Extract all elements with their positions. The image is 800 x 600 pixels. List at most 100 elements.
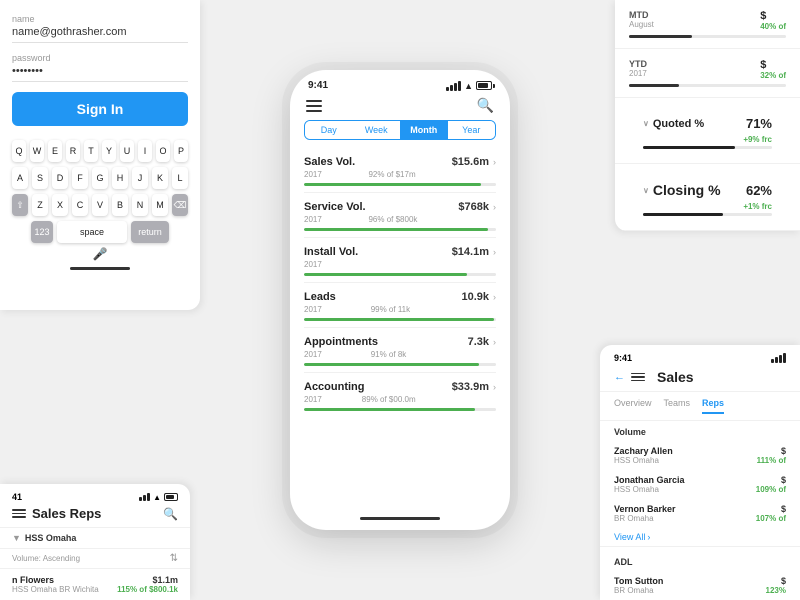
tab-day[interactable]: Day bbox=[305, 121, 353, 139]
br-rep-value-tom: $ bbox=[766, 576, 786, 586]
view-all-chevron: › bbox=[647, 532, 650, 542]
mtd-value: $ bbox=[760, 10, 786, 22]
progress-bar-appointments bbox=[304, 363, 496, 366]
key-g[interactable]: G bbox=[92, 167, 108, 189]
key-i[interactable]: I bbox=[138, 140, 152, 162]
progress-bar-install-vol bbox=[304, 273, 496, 276]
mtd-change: 40% of bbox=[760, 22, 786, 31]
br-status-bar: 9:41 bbox=[600, 345, 800, 365]
key-q[interactable]: Q bbox=[12, 140, 26, 162]
key-l[interactable]: L bbox=[172, 167, 188, 189]
chevron-down-icon: ∨ bbox=[643, 186, 649, 195]
br-rep-value-jonathan: $ bbox=[756, 475, 786, 485]
ytd-value: $ bbox=[760, 59, 786, 71]
menu-icon[interactable] bbox=[306, 100, 322, 112]
tab-year[interactable]: Year bbox=[448, 121, 496, 139]
key-o[interactable]: O bbox=[156, 140, 170, 162]
metric-sub-service-vol: 2017 96% of $800k bbox=[304, 215, 496, 224]
key-c[interactable]: C bbox=[72, 194, 88, 216]
key-n[interactable]: N bbox=[132, 194, 148, 216]
metric-value-install-vol: $14.1m bbox=[452, 246, 489, 258]
key-w[interactable]: W bbox=[30, 140, 44, 162]
metric-install-vol[interactable]: Install Vol. $14.1m › 2017 bbox=[304, 238, 496, 283]
key-s[interactable]: S bbox=[32, 167, 48, 189]
key-space[interactable]: space bbox=[57, 221, 127, 243]
metric-name-appointments: Appointments bbox=[304, 336, 378, 348]
br-rep-org-tom: BR Omaha bbox=[614, 586, 663, 595]
bl-header: Sales Reps 🔍 bbox=[0, 504, 190, 528]
key-r[interactable]: R bbox=[66, 140, 80, 162]
bl-rep-value-flowers: $1.1m bbox=[117, 575, 178, 585]
br-rep-zachary: Zachary Allen HSS Omaha $ 111% of bbox=[600, 441, 800, 470]
closing-pct-header[interactable]: ∨ Closing % 62% bbox=[629, 174, 786, 202]
mtd-row: MTD August $ 40% of bbox=[615, 0, 800, 49]
key-u[interactable]: U bbox=[120, 140, 134, 162]
key-return[interactable]: return bbox=[131, 221, 169, 243]
ytd-row: YTD 2017 $ 32% of bbox=[615, 49, 800, 98]
metric-service-vol[interactable]: Service Vol. $768k › 2017 96% of $800k bbox=[304, 193, 496, 238]
metric-sub-install-vol: 2017 bbox=[304, 260, 496, 269]
br-rep-org-jonathan: HSS Omaha bbox=[614, 485, 685, 494]
metric-sub-accounting: 2017 89% of $00.0m bbox=[304, 395, 496, 404]
key-j[interactable]: J bbox=[132, 167, 148, 189]
top-right-panel: MTD August $ 40% of YTD 2017 $ 32% of ∨ bbox=[615, 0, 800, 231]
metric-leads[interactable]: Leads 10.9k › 2017 99% of 11k bbox=[304, 283, 496, 328]
wifi-icon: ▲ bbox=[464, 81, 473, 91]
metric-name-accounting: Accounting bbox=[304, 381, 365, 393]
key-h[interactable]: H bbox=[112, 167, 128, 189]
key-number[interactable]: 123 bbox=[31, 221, 53, 243]
key-backspace[interactable]: ⌫ bbox=[172, 194, 188, 216]
bl-filter-row: ▼ HSS Omaha bbox=[0, 528, 190, 549]
metric-value-appointments: 7.3k bbox=[468, 336, 489, 348]
metric-name-install-vol: Install Vol. bbox=[304, 246, 358, 258]
key-k[interactable]: K bbox=[152, 167, 168, 189]
br-rep-org-zachary: HSS Omaha bbox=[614, 456, 673, 465]
metric-name-sales-vol: Sales Vol. bbox=[304, 156, 355, 168]
quoted-pct-header[interactable]: ∨ Quoted % 71% bbox=[629, 108, 786, 135]
metric-value-accounting: $33.9m bbox=[452, 381, 489, 393]
key-m[interactable]: M bbox=[152, 194, 168, 216]
bl-menu-icon[interactable] bbox=[12, 509, 26, 518]
key-y[interactable]: Y bbox=[102, 140, 116, 162]
key-x[interactable]: X bbox=[52, 194, 68, 216]
chevron-right-icon: › bbox=[493, 202, 496, 212]
bl-status-icons: ▲ bbox=[139, 493, 178, 502]
metric-sales-vol[interactable]: Sales Vol. $15.6m › 2017 92% of $17m bbox=[304, 148, 496, 193]
tab-month[interactable]: Month bbox=[400, 121, 448, 139]
br-rep-value-vernon: $ bbox=[756, 504, 786, 514]
metric-appointments[interactable]: Appointments 7.3k › 2017 91% of 8k bbox=[304, 328, 496, 373]
bl-search-icon[interactable]: 🔍 bbox=[163, 507, 178, 521]
br-back-icon[interactable]: ← bbox=[614, 371, 625, 383]
br-rep-pct-tom: 123% bbox=[766, 586, 786, 595]
key-d[interactable]: D bbox=[52, 167, 68, 189]
bl-rep-org-flowers: HSS Omaha BR Wichita bbox=[12, 585, 99, 594]
key-t[interactable]: T bbox=[84, 140, 98, 162]
metric-accounting[interactable]: Accounting $33.9m › 2017 89% of $00.0m bbox=[304, 373, 496, 417]
search-icon[interactable]: 🔍 bbox=[477, 97, 494, 114]
key-z[interactable]: Z bbox=[32, 194, 48, 216]
br-tab-reps[interactable]: Reps bbox=[702, 398, 724, 414]
bl-filter-value[interactable]: HSS Omaha bbox=[25, 533, 77, 543]
key-f[interactable]: F bbox=[72, 167, 88, 189]
login-panel: name name@gothrasher.com password ••••••… bbox=[0, 0, 200, 310]
mtd-label: MTD bbox=[629, 10, 760, 20]
key-b[interactable]: B bbox=[112, 194, 128, 216]
key-v[interactable]: V bbox=[92, 194, 108, 216]
sign-in-button[interactable]: Sign In bbox=[12, 92, 188, 126]
key-shift[interactable]: ⇧ bbox=[12, 194, 28, 216]
key-e[interactable]: E bbox=[48, 140, 62, 162]
br-tab-overview[interactable]: Overview bbox=[614, 398, 652, 414]
br-time: 9:41 bbox=[614, 353, 632, 363]
br-menu-icon[interactable] bbox=[631, 373, 645, 382]
quoted-pct-label: Quoted % bbox=[653, 118, 704, 130]
view-all-button[interactable]: View All › bbox=[600, 528, 800, 546]
keyboard-row-2: A S D F G H J K L bbox=[12, 167, 188, 189]
tab-week[interactable]: Week bbox=[353, 121, 401, 139]
bl-sort-icon[interactable]: ⇅ bbox=[170, 553, 178, 564]
progress-bar-sales-vol bbox=[304, 183, 496, 186]
view-all-label: View All bbox=[614, 532, 645, 542]
key-a[interactable]: A bbox=[12, 167, 28, 189]
key-p[interactable]: P bbox=[174, 140, 188, 162]
br-rep-pct-vernon: 107% of bbox=[756, 514, 786, 523]
br-tab-teams[interactable]: Teams bbox=[664, 398, 691, 414]
